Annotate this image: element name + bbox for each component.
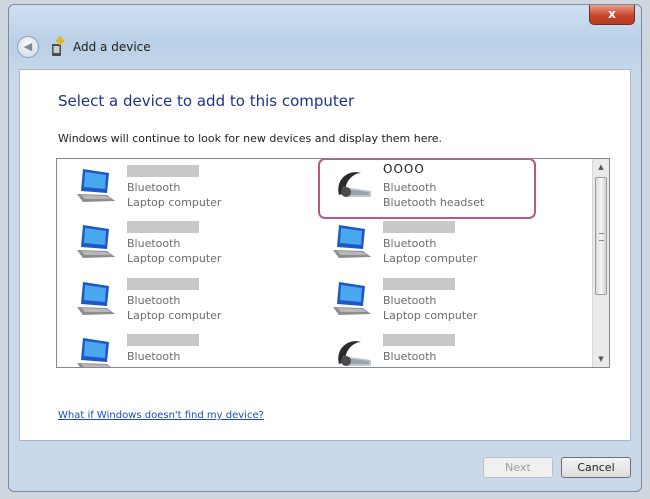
add-device-icon: [52, 36, 65, 56]
vertical-scrollbar[interactable]: ▲ ▼: [592, 159, 609, 367]
device-connection: Bluetooth: [127, 237, 181, 250]
device-connection: Bluetooth: [127, 294, 181, 307]
title-bar: ◀ Add a device: [9, 27, 641, 69]
add-device-window: x ◀ Add a device Select a device to add …: [8, 4, 642, 492]
device-tile[interactable]: Bluetooth Laptop computer: [331, 219, 551, 267]
device-tile[interactable]: Bluetooth: [331, 332, 551, 367]
page-description: Windows will continue to look for new de…: [58, 132, 443, 145]
close-button[interactable]: x: [589, 5, 635, 25]
help-link[interactable]: What if Windows doesn't find my device?: [58, 410, 264, 421]
device-name-redacted: [127, 334, 199, 346]
selection-highlight: [318, 159, 536, 219]
device-connection: Bluetooth: [383, 237, 437, 250]
device-type: Laptop computer: [127, 252, 222, 265]
scroll-down-arrow-icon[interactable]: ▼: [594, 352, 608, 366]
laptop-icon: [77, 282, 115, 315]
cancel-button[interactable]: Cancel: [561, 457, 631, 478]
content-area: Select a device to add to this computer …: [19, 69, 631, 441]
scroll-up-arrow-icon[interactable]: ▲: [594, 160, 608, 174]
device-connection: Bluetooth: [127, 181, 181, 194]
device-tile[interactable]: Bluetooth Laptop computer: [75, 219, 295, 267]
laptop-icon: [77, 338, 111, 367]
device-tile[interactable]: Bluetooth Laptop computer: [331, 276, 551, 324]
device-tile[interactable]: Bluetooth: [75, 332, 295, 367]
device-name-redacted: [127, 165, 199, 177]
device-name-redacted: [127, 221, 199, 233]
device-tile[interactable]: Bluetooth Laptop computer: [75, 276, 295, 324]
button-bar: Next Cancel: [9, 441, 641, 491]
device-connection: Bluetooth: [383, 350, 437, 363]
grip-icon: [599, 233, 604, 241]
device-type: Laptop computer: [127, 196, 222, 209]
device-tile[interactable]: Bluetooth Laptop computer: [75, 163, 295, 211]
device-list[interactable]: Bluetooth Laptop computer OOOO Bluetooth…: [56, 158, 610, 368]
laptop-icon: [333, 225, 371, 258]
scroll-thumb[interactable]: [595, 177, 607, 295]
laptop-icon: [77, 225, 115, 258]
device-type: Laptop computer: [383, 309, 478, 322]
laptop-icon: [333, 282, 371, 315]
device-name-redacted: [127, 278, 199, 290]
page-heading: Select a device to add to this computer: [58, 92, 355, 110]
device-connection: Bluetooth: [383, 294, 437, 307]
device-name-redacted: [383, 278, 455, 290]
next-button[interactable]: Next: [483, 457, 553, 478]
device-connection: Bluetooth: [127, 350, 181, 363]
laptop-icon: [77, 169, 115, 202]
device-type: Laptop computer: [127, 309, 222, 322]
headset-icon: [338, 341, 371, 366]
window-title: Add a device: [73, 40, 151, 54]
device-name-redacted: [383, 221, 455, 233]
back-button[interactable]: ◀: [17, 36, 39, 58]
device-type: Laptop computer: [383, 252, 478, 265]
device-name-redacted: [383, 334, 455, 346]
